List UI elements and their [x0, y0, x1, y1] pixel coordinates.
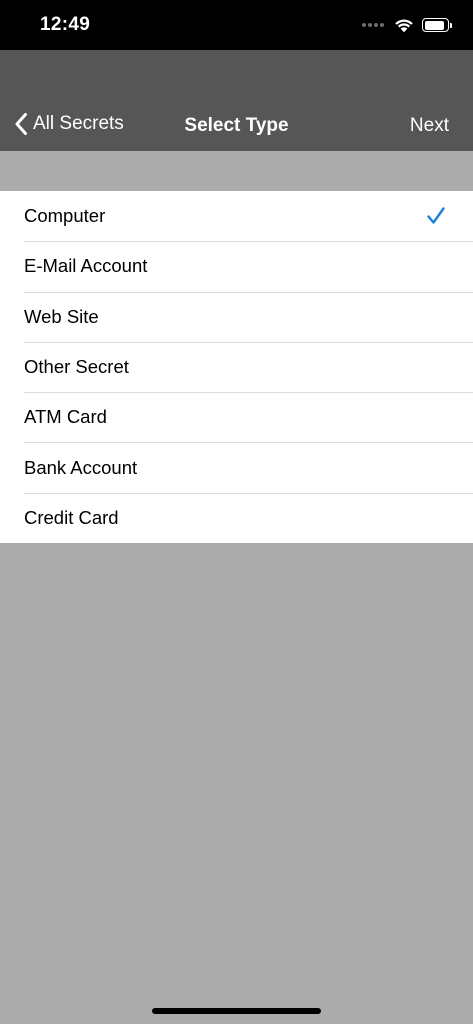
- list-item-label: Web Site: [24, 305, 99, 327]
- list-item-computer[interactable]: Computer: [0, 191, 473, 241]
- status-bar: 12:49: [0, 0, 473, 50]
- checkmark-icon: [427, 207, 445, 224]
- list-item-label: ATM Card: [24, 406, 107, 428]
- status-time: 12:49: [40, 14, 91, 35]
- battery-icon: [422, 18, 452, 32]
- list-item-label: E-Mail Account: [24, 255, 148, 277]
- next-button[interactable]: Next: [410, 115, 449, 137]
- screen: 12:49 All Secrets Select Type Next Compu…: [0, 0, 473, 1024]
- list-item-label: Credit Card: [24, 506, 119, 528]
- cellular-signal-icon: [362, 23, 384, 27]
- list-item-atm-card[interactable]: ATM Card: [0, 392, 473, 442]
- list-item-credit-card[interactable]: Credit Card: [0, 492, 473, 543]
- battery-fill: [424, 20, 445, 30]
- list-item-label: Bank Account: [24, 456, 138, 478]
- navigation-bar: All Secrets Select Type Next: [0, 50, 473, 151]
- wifi-icon: [395, 19, 413, 33]
- page-title: Select Type: [184, 115, 289, 136]
- list-item-other-secret[interactable]: Other Secret: [0, 341, 473, 392]
- home-indicator[interactable]: [152, 1008, 321, 1014]
- type-list: Computer E-Mail Account Web Site Other S…: [0, 191, 473, 544]
- list-item-email-account[interactable]: E-Mail Account: [0, 241, 473, 291]
- list-item-web-site[interactable]: Web Site: [0, 291, 473, 342]
- list-item-label: Computer: [24, 205, 106, 227]
- status-icons: [362, 15, 452, 35]
- list-item-bank-account[interactable]: Bank Account: [0, 442, 473, 492]
- list-item-label: Other Secret: [24, 356, 129, 378]
